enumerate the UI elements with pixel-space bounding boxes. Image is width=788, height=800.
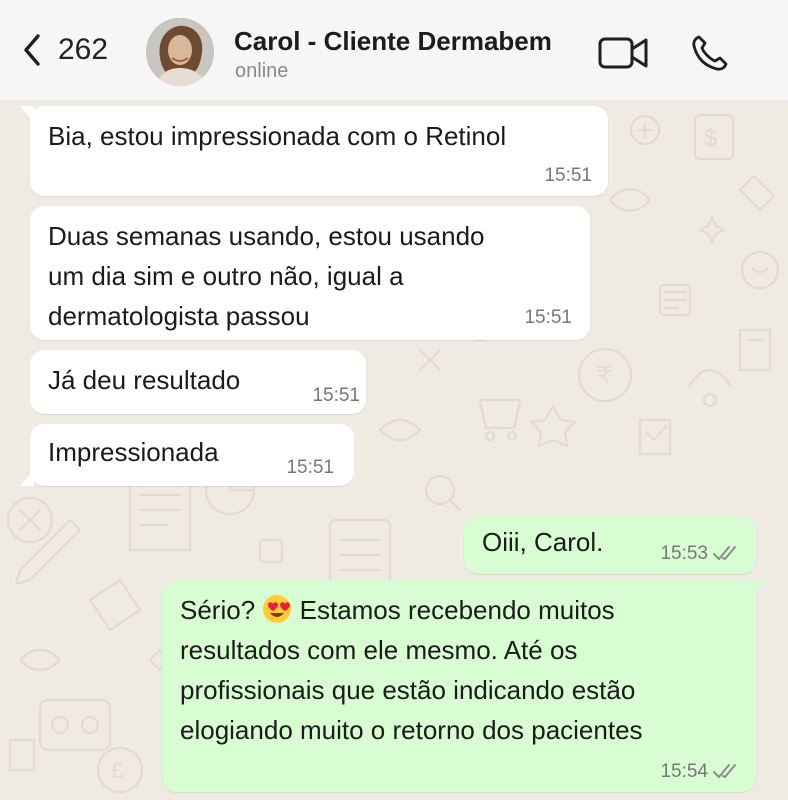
bubble-tail (752, 580, 766, 596)
message-line: um dia sim e outro não, igual a (48, 261, 404, 291)
read-receipt-icon (713, 546, 736, 560)
outgoing-message[interactable]: Sério? Estamos recebendo muitos resultad… (162, 580, 766, 792)
unread-count: 262 (58, 33, 109, 66)
message-line: elogiando muito o retorno dos pacientes (180, 715, 643, 745)
message-line: Estamos recebendo muitos (299, 595, 615, 625)
message-line: Duas semanas usando, estou usando (48, 221, 485, 251)
svg-text:₹: ₹ (596, 361, 613, 391)
video-call-icon[interactable] (598, 35, 650, 71)
svg-text:£: £ (111, 758, 123, 783)
message-line: profissionais que estão indicando estão (180, 675, 636, 705)
chat-header: 262 Carol - Cliente Dermabem online (0, 0, 788, 100)
outgoing-message[interactable]: Oiii, Carol. 15:53 (464, 516, 756, 574)
contact-name[interactable]: Carol - Cliente Dermabem (234, 26, 552, 57)
incoming-message[interactable]: Bia, estou impressionada com o Retinol 1… (20, 106, 608, 196)
message-list[interactable]: $ ₹ £ Bia, estou impressionada com o Ret… (0, 100, 788, 800)
avatar-photo (146, 18, 214, 86)
chevron-left-icon (24, 34, 40, 66)
voice-call-icon[interactable] (690, 33, 730, 73)
svg-text:$: $ (704, 125, 717, 152)
bubble-tail (20, 106, 34, 122)
message-text: Sério? Estamos recebendo muitos resultad… (180, 590, 738, 750)
message-time: 15:54 (660, 761, 708, 782)
message-time: 15:53 (660, 543, 708, 564)
message-time: 15:51 (312, 385, 360, 406)
contact-status: online (235, 60, 289, 82)
message-time: 15:51 (544, 165, 592, 186)
message-line: Sério? (180, 595, 256, 625)
message-text: Bia, estou impressionada com o Retinol (48, 121, 507, 151)
message-text: Duas semanas usando, estou usando um dia… (48, 216, 572, 336)
heart-eyes-emoji (263, 595, 292, 623)
message-time: 15:51 (286, 457, 334, 478)
back-button[interactable]: 262 (20, 30, 108, 70)
bubble-tail (20, 470, 34, 486)
incoming-message[interactable]: Já deu resultado 15:51 (30, 350, 366, 414)
read-receipt-icon (713, 764, 736, 778)
contact-avatar[interactable] (146, 18, 214, 86)
message-line: dermatologista passou (48, 301, 310, 331)
incoming-message[interactable]: Impressionada 15:51 (20, 424, 354, 486)
incoming-message[interactable]: Duas semanas usando, estou usando um dia… (30, 206, 590, 340)
message-line: resultados com ele mesmo. Até os (180, 635, 578, 665)
message-text: Já deu resultado (48, 365, 241, 395)
message-time: 15:51 (524, 307, 572, 328)
